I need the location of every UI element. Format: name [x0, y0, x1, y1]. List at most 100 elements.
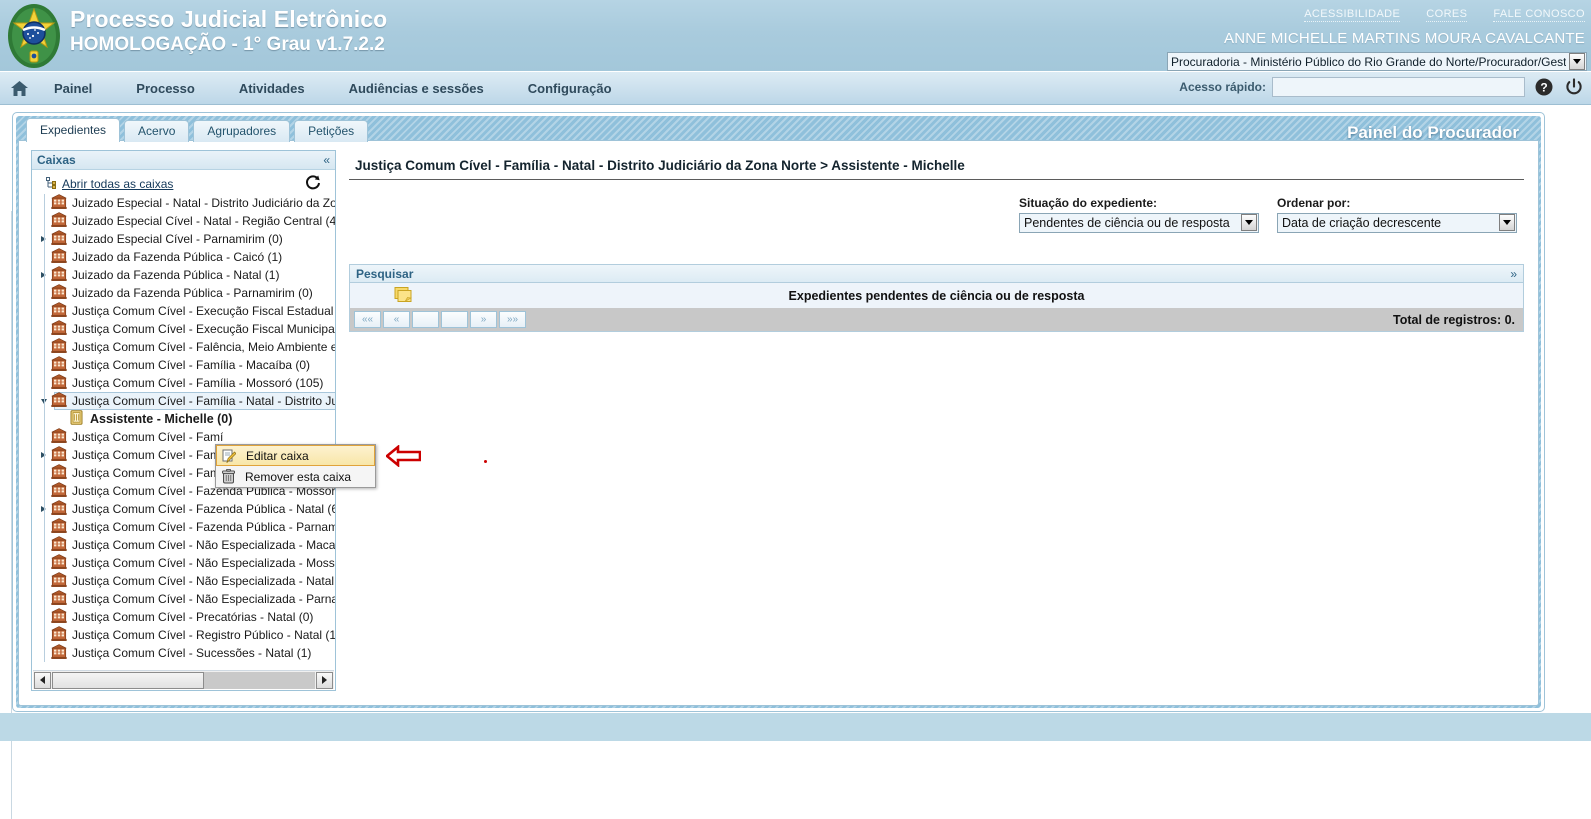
panel-outer-frame: Painel do Procurador Expedientes Acervo …: [12, 112, 1545, 712]
expand-all-icon: [46, 176, 58, 192]
role-select[interactable]: Procuradoria - Ministério Público do Rio…: [1167, 52, 1587, 71]
note-icon[interactable]: [394, 286, 413, 306]
tree-item-label: Justiça Comum Cível - Não Especializada …: [72, 556, 335, 570]
main-content: Justiça Comum Cível - Família - Natal - …: [349, 150, 1524, 693]
tree-item[interactable]: Justiça Comum Cível - Não Especializada …: [32, 554, 335, 572]
nav-item-audiencias-sessoes[interactable]: Audiências e sessões: [327, 81, 506, 96]
sidebar-horizontal-scrollbar[interactable]: [33, 670, 334, 689]
tab-peticoes[interactable]: Petições: [294, 120, 369, 142]
ordenar-select[interactable]: Data de criação decrescente: [1277, 213, 1517, 233]
tree-item[interactable]: Justiça Comum Cível - Registro Público -…: [32, 626, 335, 644]
tree-item[interactable]: Justiça Comum Cível - Família - Natal - …: [32, 392, 335, 410]
power-off-icon[interactable]: [1565, 78, 1583, 99]
app-title: Processo Judicial Eletrônico: [70, 6, 388, 32]
tree-item-label: Juizado Especial Cível - Natal - Região …: [72, 214, 335, 228]
trash-icon: [218, 469, 238, 484]
situacao-select[interactable]: Pendentes de ciência ou de resposta: [1019, 213, 1259, 233]
help-icon[interactable]: ?: [1535, 78, 1553, 99]
home-icon[interactable]: [6, 80, 32, 96]
contact-link[interactable]: FALE CONOSCO: [1493, 8, 1585, 22]
panel-tabs: Expedientes Acervo Agrupadores Petições: [26, 118, 372, 142]
nav-item-processo[interactable]: Processo: [114, 81, 217, 96]
scrollbar-track[interactable]: [52, 671, 315, 689]
tab-agrupadores[interactable]: Agrupadores: [193, 120, 291, 142]
building-icon: [51, 356, 68, 374]
building-icon: [51, 374, 68, 392]
nav-item-atividades[interactable]: Atividades: [217, 81, 327, 96]
header-links: ACESSIBILIDADE CORES FALE CONOSCO: [1304, 8, 1585, 22]
tree-item[interactable]: Justiça Comum Cível - Fazenda Pública - …: [32, 518, 335, 536]
filters-row: Situação do expediente: Pendentes de ciê…: [349, 180, 1524, 233]
pager-next-button[interactable]: »: [470, 311, 497, 328]
tree-item[interactable]: Justiça Comum Cível - Execução Fiscal Es…: [32, 302, 335, 320]
pager-last-button[interactable]: »»: [499, 311, 526, 328]
tree-item[interactable]: Justiça Comum Cível - Execução Fiscal Mu…: [32, 320, 335, 338]
colors-link[interactable]: CORES: [1426, 8, 1468, 22]
tree-item[interactable]: Juizado da Fazenda Pública - Natal (1): [32, 266, 335, 284]
tree-item[interactable]: Assistente - Michelle (0): [32, 410, 335, 428]
tree-toolbar-row: Abrir todas as caixas: [32, 174, 335, 194]
building-icon: [51, 248, 68, 266]
building-icon: [51, 428, 68, 446]
search-bar[interactable]: Pesquisar »: [350, 265, 1523, 283]
building-icon: [51, 572, 68, 590]
page-body: Painel do Procurador Expedientes Acervo …: [0, 105, 1591, 819]
tree-item[interactable]: Justiça Comum Cível - Família - Mossoró …: [32, 374, 335, 392]
tree-item[interactable]: Juizado da Fazenda Pública - Parnamirim …: [32, 284, 335, 302]
caixa-context-menu: Editar caixa Remover esta caixa: [215, 444, 376, 488]
tree-item-label: Justiça Comum Cível - Sucessões - Natal …: [72, 646, 312, 660]
pager-page-button-1[interactable]: [412, 311, 439, 328]
filter-situacao: Situação do expediente: Pendentes de ciê…: [1019, 196, 1259, 233]
tree-item[interactable]: Justiça Comum Cível - Não Especializada …: [32, 590, 335, 608]
nav-item-painel[interactable]: Painel: [32, 81, 114, 96]
tree-item[interactable]: Juizado da Fazenda Pública - Caicó (1): [32, 248, 335, 266]
refresh-icon[interactable]: [304, 174, 321, 194]
tree-item-label: Justiça Comum Cível - Precatórias - Nata…: [72, 610, 314, 624]
building-icon: [51, 464, 68, 482]
scroll-right-button[interactable]: [316, 671, 333, 689]
search-expand-icon[interactable]: »: [1510, 267, 1517, 281]
tree-item-label: Juizado Especial Cível - Parnamirim (0): [72, 232, 283, 246]
tree-item[interactable]: Juizado Especial Cível - Parnamirim (0): [32, 230, 335, 248]
tree-item-label: Justiça Comum Cível - Não Especializada …: [72, 538, 335, 552]
tree-item[interactable]: Juizado Especial Cível - Natal - Região …: [32, 212, 335, 230]
building-icon: [51, 626, 68, 644]
tab-expedientes[interactable]: Expedientes: [26, 118, 121, 142]
tree-item[interactable]: Justiça Comum Cível - Não Especializada …: [32, 572, 335, 590]
tree-item-label: Justiça Comum Cível - Execução Fiscal Es…: [72, 304, 335, 318]
svg-text:?: ?: [1540, 80, 1547, 94]
open-all-boxes-link[interactable]: Abrir todas as caixas: [62, 177, 173, 191]
caixas-tree[interactable]: Abrir todas as caixas Juizado Especial -…: [32, 171, 335, 668]
scrollbar-thumb[interactable]: [52, 671, 204, 689]
building-icon: [51, 446, 68, 464]
role-selector[interactable]: Procuradoria - Ministério Público do Rio…: [1167, 52, 1587, 71]
nav-item-configuracao[interactable]: Configuração: [506, 81, 634, 96]
tree-item[interactable]: Justiça Comum Cível - Falência, Meio Amb…: [32, 338, 335, 356]
tree-item[interactable]: Juizado Especial - Natal - Distrito Judi…: [32, 194, 335, 212]
tree-item[interactable]: Justiça Comum Cível - Fazenda Pública - …: [32, 500, 335, 518]
results-header: Expedientes pendentes de ciência ou de r…: [350, 283, 1523, 308]
tree-item[interactable]: Justiça Comum Cível - Não Especializada …: [32, 536, 335, 554]
tree-item[interactable]: Justiça Comum Cível - Sucessões - Natal …: [32, 644, 335, 662]
tree-item-label: Justiça Comum Cível - Fazenda Pública - …: [72, 520, 335, 534]
context-menu-item-remover-caixa[interactable]: Remover esta caixa: [216, 466, 375, 487]
filter-situacao-label: Situação do expediente:: [1019, 196, 1158, 210]
pager-prev-button[interactable]: «: [383, 311, 410, 328]
tree-item[interactable]: Justiça Comum Cível - Família - Macaíba …: [32, 356, 335, 374]
quick-access-input[interactable]: [1272, 77, 1525, 97]
building-icon: [51, 392, 68, 410]
tree-item[interactable]: Justiça Comum Cível - Precatórias - Nata…: [32, 608, 335, 626]
tree-rows-container: Juizado Especial - Natal - Distrito Judi…: [32, 194, 335, 662]
pager-page-button-2[interactable]: [441, 311, 468, 328]
main-navbar: Painel Processo Atividades Audiências e …: [0, 72, 1591, 105]
coat-of-arms-icon: [6, 3, 62, 69]
context-menu-item-editar-caixa[interactable]: Editar caixa: [216, 445, 375, 466]
accessibility-link[interactable]: ACESSIBILIDADE: [1304, 8, 1401, 22]
scroll-left-button[interactable]: [34, 671, 51, 689]
pager-first-button[interactable]: ««: [354, 311, 381, 328]
building-icon: [51, 212, 68, 230]
tree-item-label: Justiça Comum Cível - Família - Macaíba …: [72, 358, 311, 372]
tab-acervo[interactable]: Acervo: [124, 120, 190, 142]
building-icon: [51, 536, 68, 554]
sidebar-collapse-icon[interactable]: «: [323, 153, 330, 167]
